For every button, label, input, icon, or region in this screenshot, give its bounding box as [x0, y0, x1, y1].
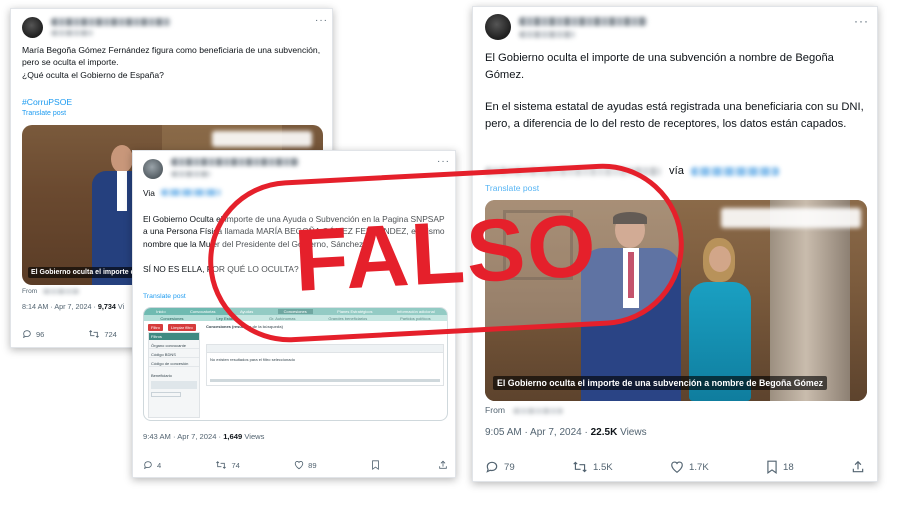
hashtag-link[interactable]: #CorruPSOE — [22, 97, 72, 107]
redacted-source — [43, 289, 79, 294]
redacted-handle — [171, 171, 211, 177]
filter-button[interactable]: Filtro — [148, 324, 163, 331]
image-caption: El Gobierno oculta el importe de una sub… — [493, 376, 828, 390]
redacted-source — [513, 408, 563, 414]
redacted-overlay — [721, 208, 861, 228]
tweet-actions: 96 724 — [22, 329, 117, 339]
reply-icon — [486, 461, 498, 473]
avatar[interactable] — [485, 14, 511, 40]
redacted-handle — [519, 31, 575, 38]
repost-icon — [89, 330, 100, 338]
avatar[interactable] — [143, 159, 163, 179]
reply-icon — [143, 461, 152, 470]
more-options-icon[interactable]: ··· — [315, 16, 328, 26]
tweet-timestamp: 8:14 AM · Apr 7, 2024 · 9,734 Vi — [22, 302, 125, 311]
stone-column — [770, 200, 850, 401]
repost-icon — [216, 461, 227, 469]
image-caption: El Gobierno oculta el importe de — [28, 267, 142, 278]
heart-icon — [671, 461, 683, 473]
falso-stamp: FALSO — [204, 159, 688, 347]
repost-button[interactable]: 74 — [215, 460, 240, 470]
reply-button[interactable]: 79 — [485, 460, 515, 474]
repost-icon — [573, 461, 587, 473]
redacted-handle — [51, 30, 93, 36]
repost-button[interactable]: 724 — [88, 329, 117, 339]
reply-button[interactable]: 96 — [22, 329, 44, 339]
translate-post-link[interactable]: Translate post — [143, 293, 186, 300]
repost-button[interactable]: 1.5K — [572, 460, 613, 474]
bookmark-icon — [371, 460, 379, 470]
redacted-mention — [691, 167, 779, 176]
share-icon — [852, 460, 864, 473]
tweet-actions: 79 1.5K 1.7K 18 — [485, 460, 865, 474]
tweet-timestamp: 9:43 AM · Apr 7, 2024 · 1,649 Views — [143, 432, 265, 441]
clear-filter-button[interactable]: Limpiar filtro — [168, 324, 196, 331]
tweet-timestamp: 9:05 AM · Apr 7, 2024 · 22.5K Views — [485, 427, 647, 438]
tweet-body: María Begoña Gómez Fernández figura como… — [22, 45, 321, 80]
translate-post-link[interactable]: Translate post — [22, 110, 66, 117]
via-label: vía — [669, 165, 684, 177]
tweet-paragraph-1: El Gobierno oculta el importe de una sub… — [485, 52, 834, 81]
like-button[interactable]: 89 — [294, 460, 317, 470]
like-button[interactable]: 1.7K — [670, 460, 709, 474]
share-icon — [439, 460, 447, 469]
share-button[interactable] — [851, 460, 865, 474]
from-label: From — [485, 405, 506, 415]
more-options-icon[interactable]: ··· — [854, 15, 869, 27]
heart-icon — [294, 461, 304, 470]
redacted-username — [519, 17, 647, 26]
redacted-mention — [161, 189, 221, 196]
no-results-text: No existen resultados para el filtro sel… — [210, 357, 295, 362]
avatar[interactable] — [22, 17, 43, 38]
from-label: From — [22, 288, 38, 295]
more-options-icon[interactable]: ··· — [437, 157, 450, 167]
reply-icon — [22, 330, 31, 339]
bookmark-button[interactable]: 18 — [766, 460, 794, 474]
redacted-username — [171, 158, 299, 166]
tweet-actions: 4 74 89 — [143, 460, 448, 470]
tweet-paragraph-2: En el sistema estatal de ayudas está reg… — [485, 101, 864, 130]
redacted-overlay — [212, 131, 312, 147]
screenshot-sidebar: Filtros Órgano convocante Código BDNS Có… — [148, 332, 200, 418]
via-label: Via — [143, 188, 155, 198]
reply-button[interactable]: 4 — [143, 460, 161, 470]
results-table: No existen resultados para el filtro sel… — [206, 344, 444, 386]
redacted-username — [51, 18, 171, 26]
share-button[interactable] — [438, 460, 448, 470]
bookmark-button[interactable] — [371, 460, 384, 470]
bookmark-icon — [767, 460, 777, 474]
